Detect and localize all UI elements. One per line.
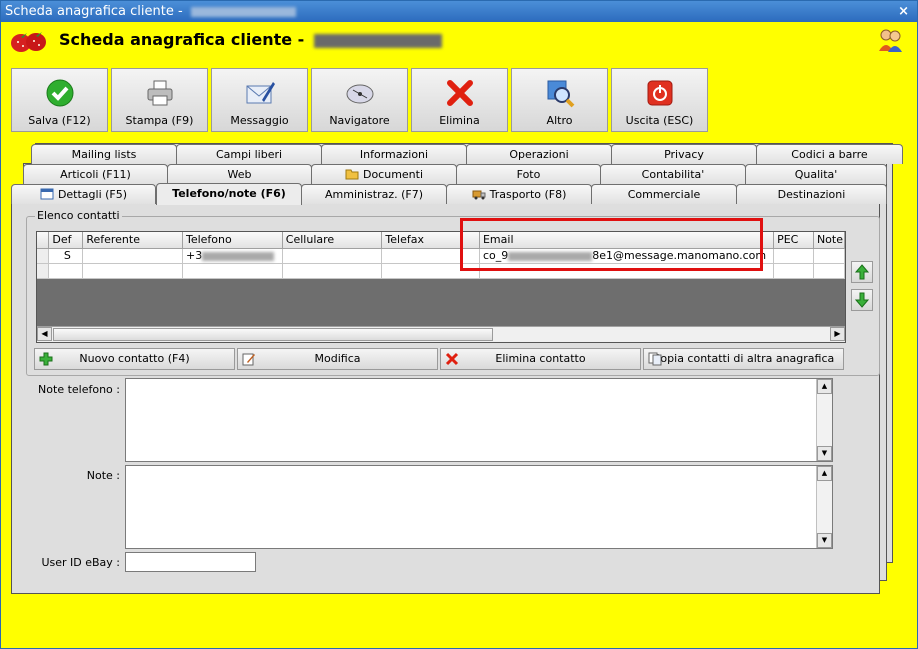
horizontal-scrollbar[interactable]: ◀ ▶ <box>37 326 845 342</box>
window-titlebar: Scheda anagrafica cliente - × <box>1 1 917 22</box>
col-telefono[interactable]: Telefono <box>182 232 283 249</box>
tab-documenti[interactable]: Documenti <box>311 164 457 184</box>
edit-contact-button[interactable]: Modifica <box>237 348 438 370</box>
note-telefono-label: Note telefono : <box>38 383 120 396</box>
tab-mailing-lists[interactable]: Mailing lists <box>31 144 177 164</box>
tab-campi-liberi[interactable]: Campi liberi <box>176 144 322 164</box>
tab-codici-a-barre[interactable]: Codici a barre <box>756 144 903 164</box>
envelope-pen-icon <box>246 82 275 104</box>
tab-privacy[interactable]: Privacy <box>611 144 757 164</box>
delete-button[interactable]: Elimina <box>411 68 508 132</box>
email-highlight-box <box>460 218 763 271</box>
message-button[interactable]: Messaggio <box>211 68 308 132</box>
copy-contacts-button[interactable]: Copia contatti di altra anagrafica <box>643 348 844 370</box>
tab-operazioni[interactable]: Operazioni <box>466 144 612 164</box>
ebay-user-id-label: User ID eBay : <box>41 556 120 569</box>
scroll-left-icon[interactable]: ◀ <box>37 327 52 341</box>
tab-amministrazione[interactable]: Amministraz. (F7) <box>301 184 447 204</box>
compass-icon <box>346 84 374 104</box>
redacted-customer-name <box>190 6 296 17</box>
page-title: Scheda anagrafica cliente - <box>59 30 442 49</box>
col-cellulare[interactable]: Cellulare <box>282 232 383 249</box>
col-def[interactable]: Def <box>48 232 84 249</box>
window-title: Scheda anagrafica cliente - <box>5 4 187 19</box>
tab-telefono-note[interactable]: Telefono/note (F6) <box>156 183 302 205</box>
col-note[interactable]: Note <box>813 232 845 249</box>
tab-trasporto[interactable]: Trasporto (F8) <box>446 184 592 204</box>
printer-icon <box>147 80 173 106</box>
print-button[interactable]: Stampa (F9) <box>111 68 208 132</box>
note-telefono-field[interactable]: ▲ ▼ <box>125 378 833 462</box>
close-icon[interactable]: × <box>898 1 909 22</box>
ebay-user-id-input[interactable] <box>125 552 256 572</box>
copy-icon <box>648 352 662 366</box>
header: Scheda anagrafica cliente - <box>1 22 917 60</box>
note-scrollbar[interactable]: ▲ ▼ <box>816 466 832 548</box>
plus-icon <box>39 352 53 366</box>
tab-contabilita[interactable]: Contabilita' <box>600 164 746 184</box>
tab-web[interactable]: Web <box>167 164 312 184</box>
scroll-up-icon[interactable]: ▲ <box>817 379 832 394</box>
tab-commerciale[interactable]: Commerciale <box>591 184 737 204</box>
navigator-button[interactable]: Navigatore <box>311 68 408 132</box>
new-contact-button[interactable]: Nuovo contatto (F4) <box>34 348 235 370</box>
col-pec[interactable]: PEC <box>773 232 814 249</box>
folder-icon <box>345 169 359 180</box>
red-x-icon <box>447 80 473 106</box>
exit-button[interactable]: Uscita (ESC) <box>611 68 708 132</box>
users-icon[interactable] <box>877 27 903 53</box>
save-button[interactable]: Salva (F12) <box>11 68 108 132</box>
truck-icon <box>472 190 486 200</box>
tab-articoli[interactable]: Articoli (F11) <box>23 164 168 184</box>
move-up-button[interactable] <box>851 261 873 283</box>
edit-icon <box>242 353 255 366</box>
more-button[interactable]: Altro <box>511 68 608 132</box>
tab-dettagli[interactable]: Dettagli (F5) <box>11 184 156 204</box>
tab-foto[interactable]: Foto <box>456 164 601 184</box>
customer-record-window: Scheda anagrafica cliente - × Scheda ana… <box>0 0 918 649</box>
scrollbar-thumb[interactable] <box>53 328 493 341</box>
scroll-down-icon[interactable]: ▼ <box>817 533 832 548</box>
scroll-up-icon[interactable]: ▲ <box>817 466 832 481</box>
tab-informazioni[interactable]: Informazioni <box>321 144 467 164</box>
note-telefono-scrollbar[interactable]: ▲ ▼ <box>816 379 832 461</box>
scroll-down-icon[interactable]: ▼ <box>817 446 832 461</box>
contacts-group-title: Elenco contatti <box>35 209 122 222</box>
scroll-right-icon[interactable]: ▶ <box>830 327 845 341</box>
arrow-down-icon <box>854 292 870 308</box>
note-label: Note : <box>86 469 120 482</box>
move-down-button[interactable] <box>851 289 873 311</box>
tab-destinazioni[interactable]: Destinazioni <box>736 184 887 204</box>
red-x-icon <box>445 352 459 366</box>
power-icon <box>647 80 673 106</box>
tab-qualita[interactable]: Qualita' <box>745 164 887 184</box>
arrow-up-icon <box>854 264 870 280</box>
check-icon <box>46 79 74 107</box>
strawberry-logo-icon <box>11 32 46 52</box>
note-field[interactable]: ▲ ▼ <box>125 465 833 549</box>
col-referente[interactable]: Referente <box>82 232 183 249</box>
delete-contact-button[interactable]: Elimina contatto <box>440 348 641 370</box>
magnifier-icon <box>547 80 575 108</box>
window-icon <box>40 188 54 200</box>
